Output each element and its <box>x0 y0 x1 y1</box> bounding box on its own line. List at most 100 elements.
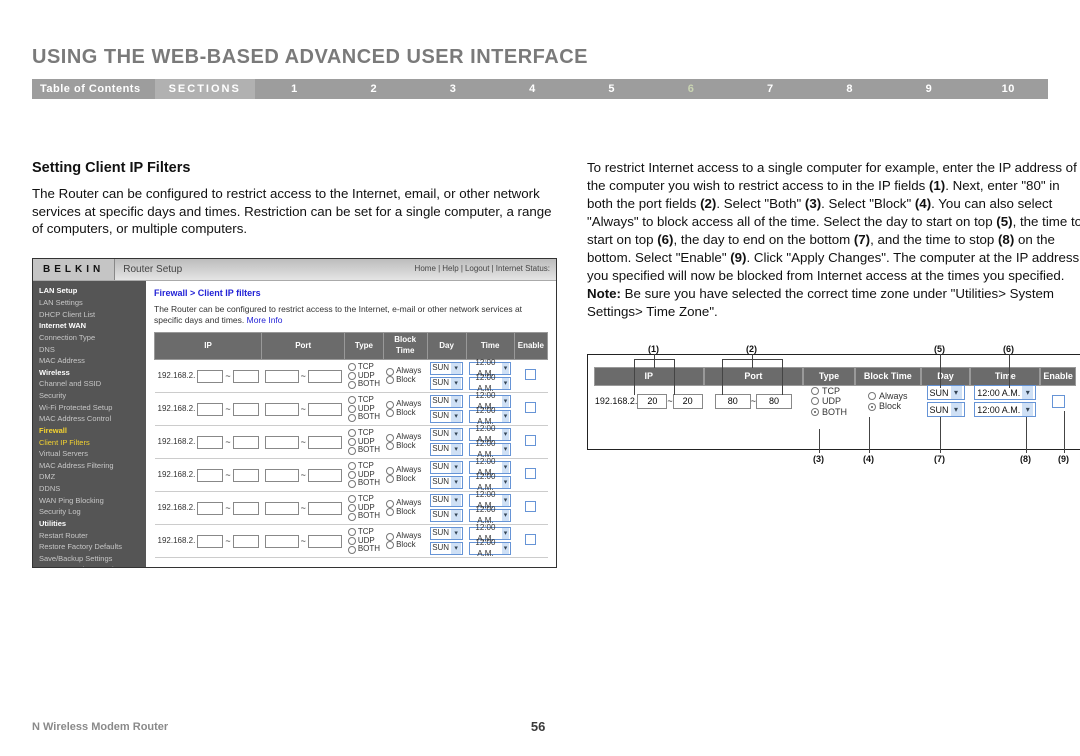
day-end-select[interactable]: SUN▾ <box>430 443 463 456</box>
type-radio[interactable]: BOTH <box>348 545 380 554</box>
sidebar-item[interactable]: Security <box>39 390 140 402</box>
sidebar-item[interactable]: Internet WAN <box>39 320 140 332</box>
sidebar-item[interactable]: Security Log <box>39 506 140 518</box>
port-to-input[interactable] <box>308 436 342 449</box>
day-start-select[interactable]: SUN▾ <box>430 461 463 474</box>
ip-to-input[interactable] <box>673 394 703 409</box>
sidebar-item[interactable]: LAN Setup <box>39 285 140 297</box>
type-radio[interactable]: BOTH <box>348 512 380 521</box>
time-end-select[interactable]: 12:00 A.M.▾ <box>469 509 511 522</box>
section-link-5[interactable]: 5 <box>572 83 651 95</box>
port-from-input[interactable] <box>265 469 299 482</box>
sidebar-item[interactable]: Firewall <box>39 425 140 437</box>
enable-checkbox[interactable] <box>525 501 536 512</box>
type-radio[interactable]: BOTH <box>348 479 380 488</box>
blocktime-radio[interactable]: Block <box>386 409 416 418</box>
section-link-2[interactable]: 2 <box>334 83 413 95</box>
enable-checkbox[interactable] <box>525 435 536 446</box>
enable-checkbox[interactable] <box>525 534 536 545</box>
port-to-input[interactable] <box>308 502 342 515</box>
sidebar-item[interactable]: Channel and SSID <box>39 378 140 390</box>
enable-checkbox[interactable] <box>525 402 536 413</box>
time-end-select[interactable]: 12:00 A.M.▾ <box>469 542 511 555</box>
sidebar-item[interactable]: MAC Address Control <box>39 413 140 425</box>
blocktime-radio[interactable]: Always <box>868 391 908 401</box>
day-end-select[interactable]: SUN▾ <box>430 377 463 390</box>
sidebar-item[interactable]: Restore Previous Settings <box>39 564 140 567</box>
port-from-input[interactable] <box>265 502 299 515</box>
enable-checkbox[interactable] <box>525 369 536 380</box>
ip-to-input[interactable] <box>233 370 259 383</box>
ip-to-input[interactable] <box>233 403 259 416</box>
port-from-input[interactable] <box>715 394 751 409</box>
sidebar-item[interactable]: DNS <box>39 344 140 356</box>
port-to-input[interactable] <box>308 469 342 482</box>
ip-to-input[interactable] <box>233 436 259 449</box>
more-info-link[interactable]: More Info <box>247 315 283 325</box>
ip-to-input[interactable] <box>233 469 259 482</box>
sidebar-item[interactable]: DMZ <box>39 471 140 483</box>
time-end-select[interactable]: 12:00 A.M.▾ <box>469 410 511 423</box>
sidebar-item[interactable]: Restart Router <box>39 530 140 542</box>
blocktime-radio[interactable]: Block <box>386 475 416 484</box>
blocktime-radio[interactable]: Block <box>868 401 901 411</box>
sidebar-item[interactable]: Wireless <box>39 367 140 379</box>
enable-checkbox[interactable] <box>1052 395 1065 408</box>
time-end-select[interactable]: 12:00 A.M.▾ <box>469 443 511 456</box>
day-end-select[interactable]: SUN▾ <box>430 476 463 489</box>
ip-from-input[interactable] <box>197 370 223 383</box>
port-to-input[interactable] <box>308 535 342 548</box>
blocktime-radio[interactable]: Block <box>386 442 416 451</box>
section-link-7[interactable]: 7 <box>731 83 810 95</box>
sidebar-item[interactable]: Utilities <box>39 518 140 530</box>
ip-from-input[interactable] <box>197 535 223 548</box>
day-start-select[interactable]: SUN▾ <box>430 395 463 408</box>
ip-from-input[interactable] <box>637 394 667 409</box>
day-end-select[interactable]: SUN▾ <box>430 410 463 423</box>
header-link[interactable]: Home | <box>415 264 441 275</box>
section-link-1[interactable]: 1 <box>255 83 334 95</box>
section-link-9[interactable]: 9 <box>889 83 968 95</box>
sidebar-item[interactable]: Wi-Fi Protected Setup <box>39 402 140 414</box>
day-start-select[interactable]: SUN▾ <box>430 527 463 540</box>
type-radio[interactable]: BOTH <box>348 413 380 422</box>
port-from-input[interactable] <box>265 403 299 416</box>
header-link[interactable]: Logout | <box>465 264 494 275</box>
sidebar-item[interactable]: Connection Type <box>39 332 140 344</box>
time-end-select[interactable]: 12:00 A.M.▾ <box>469 377 511 390</box>
type-radio[interactable]: TCP <box>811 386 840 396</box>
day-end-select[interactable]: SUN▾ <box>927 402 965 417</box>
ip-from-input[interactable] <box>197 502 223 515</box>
section-link-4[interactable]: 4 <box>493 83 572 95</box>
ip-from-input[interactable] <box>197 469 223 482</box>
sidebar-item[interactable]: Virtual Servers <box>39 448 140 460</box>
sidebar-item[interactable]: DHCP Client List <box>39 309 140 321</box>
sidebar-item[interactable]: LAN Settings <box>39 297 140 309</box>
port-to-input[interactable] <box>756 394 792 409</box>
section-link-6[interactable]: 6 <box>651 83 730 95</box>
blocktime-radio[interactable]: Block <box>386 508 416 517</box>
day-start-select[interactable]: SUN▾ <box>430 494 463 507</box>
type-radio[interactable]: BOTH <box>811 407 847 417</box>
sidebar-item[interactable]: WAN Ping Blocking <box>39 495 140 507</box>
time-end-select[interactable]: 12:00 A.M.▾ <box>469 476 511 489</box>
section-link-3[interactable]: 3 <box>413 83 492 95</box>
port-from-input[interactable] <box>265 436 299 449</box>
time-end-select[interactable]: 12:00 A.M.▾ <box>974 402 1036 417</box>
type-radio[interactable]: UDP <box>811 396 841 406</box>
ip-to-input[interactable] <box>233 502 259 515</box>
blocktime-radio[interactable]: Block <box>386 541 416 550</box>
type-radio[interactable]: BOTH <box>348 446 380 455</box>
day-end-select[interactable]: SUN▾ <box>430 542 463 555</box>
header-link[interactable]: Internet Status: <box>496 264 550 275</box>
sidebar-item[interactable]: Restore Factory Defaults <box>39 541 140 553</box>
port-from-input[interactable] <box>265 370 299 383</box>
day-end-select[interactable]: SUN▾ <box>430 509 463 522</box>
day-start-select[interactable]: SUN▾ <box>430 362 463 375</box>
day-start-select[interactable]: SUN▾ <box>430 428 463 441</box>
type-radio[interactable]: BOTH <box>348 380 380 389</box>
port-to-input[interactable] <box>308 370 342 383</box>
toc-link[interactable]: Table of Contents <box>32 83 155 95</box>
blocktime-radio[interactable]: Block <box>386 376 416 385</box>
section-link-10[interactable]: 10 <box>969 83 1048 95</box>
